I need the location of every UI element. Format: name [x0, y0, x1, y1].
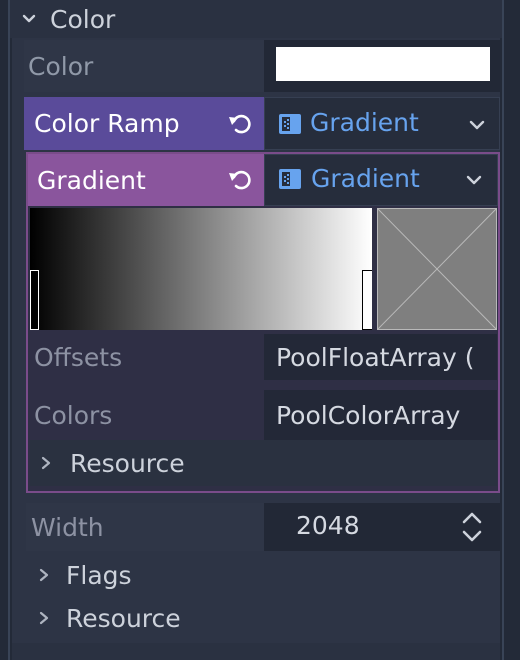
- color-section-header[interactable]: Color: [10, 0, 502, 38]
- flags-group[interactable]: Flags: [30, 553, 132, 597]
- gradient-stop-color-preview[interactable]: [377, 208, 497, 330]
- resource-group-label: Resource: [66, 603, 181, 633]
- offsets-array-button[interactable]: PoolFloatArray (: [264, 334, 497, 380]
- resource-group-label: Resource: [70, 448, 185, 478]
- color-ramp-label: Color Ramp: [34, 109, 180, 138]
- revert-icon[interactable]: [226, 110, 254, 138]
- color-picker-button[interactable]: [276, 47, 490, 81]
- dropdown-chevron-icon[interactable]: [468, 116, 486, 134]
- color-ramp-resource-type: Gradient: [310, 108, 419, 137]
- resource-group[interactable]: Resource: [30, 597, 181, 639]
- next-section-header[interactable]: [12, 643, 500, 660]
- chevron-right-icon: [39, 611, 49, 625]
- gradient-resource-group[interactable]: Resource: [30, 440, 497, 486]
- gradient-editor[interactable]: [30, 208, 372, 330]
- chevron-right-icon: [41, 456, 51, 470]
- revert-icon[interactable]: [226, 166, 254, 194]
- gradient-label: Gradient: [37, 165, 146, 195]
- gradient-resource-icon: [279, 114, 301, 134]
- gradient-resource-type: Gradient: [311, 164, 420, 193]
- chevron-right-icon: [39, 568, 49, 582]
- offsets-label: Offsets: [34, 342, 123, 372]
- width-label: Width: [31, 512, 104, 542]
- dropdown-chevron-icon[interactable]: [465, 171, 483, 189]
- gradient-resource-icon: [279, 169, 301, 189]
- chevron-down-icon: [22, 14, 36, 23]
- colors-label: Colors: [34, 400, 113, 430]
- panel-border-right: [502, 0, 504, 660]
- flags-group-label: Flags: [66, 560, 132, 590]
- colors-array-button[interactable]: PoolColorArray: [264, 390, 497, 440]
- panel-border-left: [8, 0, 10, 660]
- spinbox-arrows-icon[interactable]: [460, 511, 484, 543]
- section-title: Color: [50, 4, 116, 34]
- gradient-stop-handle[interactable]: [30, 270, 39, 330]
- color-label: Color: [28, 51, 94, 81]
- width-value: 2048: [296, 511, 360, 540]
